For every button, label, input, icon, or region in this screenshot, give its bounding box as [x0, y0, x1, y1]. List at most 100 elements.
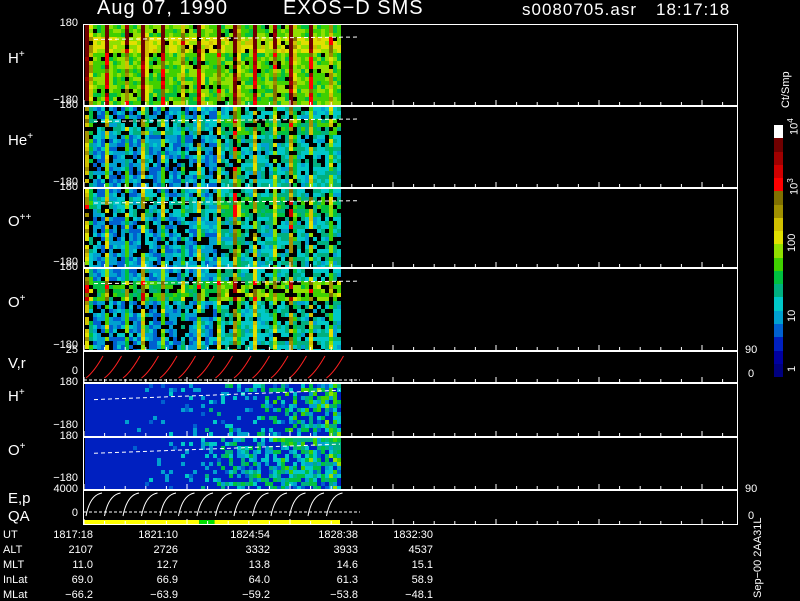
panel-right-bottom-tick: 0: [748, 368, 754, 380]
panel-oplus-canvas: [84, 269, 738, 351]
panel-top-tick: 180: [48, 430, 78, 442]
colorbar-swatch: [774, 324, 783, 338]
ephemeris-cell-mlt: 15.1: [373, 559, 433, 571]
panel-label-hplus2: H+: [8, 387, 25, 405]
panel-top-tick: 180: [48, 17, 78, 29]
panel-right-top-tick: 90: [745, 344, 757, 356]
ephemeris-cell-ut: 1817:18: [33, 529, 93, 541]
ephemeris-row-label: MLT: [3, 559, 24, 571]
colorbar: [774, 125, 783, 377]
panel-label-oplus2: O+: [8, 441, 26, 459]
colorbar-tick-label: 100: [786, 234, 798, 252]
ephemeris-cell-ut: 1828:38: [298, 529, 358, 541]
panel-label-oplusplus: O++: [8, 212, 31, 230]
panel-hplus: [83, 24, 738, 106]
panel-bottom-tick: 0: [48, 507, 78, 519]
ephemeris-cell-ut: 1821:10: [118, 529, 178, 541]
ephemeris-cell-alt: 4537: [373, 544, 433, 556]
ephemeris-cell-mlat: −59.2: [210, 589, 270, 601]
colorbar-swatch: [774, 297, 783, 311]
ephemeris-cell-mlt: 13.8: [210, 559, 270, 571]
panel-label-heplus: He+: [8, 131, 33, 149]
panel-label-vr: V,r: [8, 355, 26, 372]
colorbar-swatch: [774, 191, 783, 205]
panel-top-tick: 25: [48, 344, 78, 356]
colorbar-swatch: [774, 364, 783, 378]
panel-ep: [83, 490, 738, 525]
ephemeris-cell-alt: 2107: [33, 544, 93, 556]
ephemeris-cell-mlat: −48.1: [373, 589, 433, 601]
panel-oplusplus-canvas: [84, 189, 738, 268]
colorbar-swatch: [774, 152, 783, 166]
colorbar-swatch: [774, 337, 783, 351]
panel-top-tick: 180: [48, 261, 78, 273]
ephemeris-row-label: MLat: [3, 589, 27, 601]
panel-vr: [83, 351, 738, 383]
colorbar-swatch: [774, 351, 783, 365]
qa-bar-segment: [215, 520, 340, 524]
ephemeris-cell-inlat: 69.0: [33, 574, 93, 586]
colorbar-swatch: [774, 218, 783, 232]
panel-label-oplus: O+: [8, 293, 26, 311]
ephemeris-cell-mlt: 12.7: [118, 559, 178, 571]
ephemeris-cell-mlt: 14.6: [298, 559, 358, 571]
panel-top-tick: 180: [48, 181, 78, 193]
colorbar-swatch: [774, 205, 783, 219]
panel-oplus2: [83, 437, 738, 490]
qa-bar-segment: [84, 520, 199, 524]
ephemeris-row-label: ALT: [3, 544, 22, 556]
panel-oplus2-canvas: [84, 438, 738, 490]
panel-oplus: [83, 268, 738, 351]
ephemeris-cell-mlat: −63.9: [118, 589, 178, 601]
panel-right-bottom-tick: 0: [748, 510, 754, 522]
ephemeris-row-label: InLat: [3, 574, 27, 586]
ephemeris-cell-mlt: 11.0: [33, 559, 93, 571]
panel-oplusplus: [83, 188, 738, 268]
plot-date: Aug 07, 1990: [97, 0, 228, 20]
ephemeris-cell-mlat: −53.8: [298, 589, 358, 601]
qa-bar-segment: [199, 520, 214, 524]
plot-filename: s0080705.asr: [522, 0, 637, 20]
ephemeris-cell-inlat: 58.9: [373, 574, 433, 586]
plot-instrument: EXOS−D SMS: [283, 0, 424, 20]
colorbar-swatch: [774, 284, 783, 298]
colorbar-swatch: [774, 271, 783, 285]
ephemeris-cell-inlat: 66.9: [118, 574, 178, 586]
colorbar-tick-label: 104: [786, 118, 800, 135]
colorbar-tick-label: 1: [786, 366, 798, 372]
panel-top-tick: 180: [48, 376, 78, 388]
panel-hplus2-canvas: [84, 384, 738, 437]
panel-label-ep: E,p: [8, 490, 31, 507]
processing-stamp: Sep−00 2AA31L: [752, 518, 764, 598]
ephemeris-cell-mlat: −66.2: [33, 589, 93, 601]
panel-label-qa: QA: [8, 508, 30, 525]
colorbar-swatch: [774, 178, 783, 192]
panel-heplus-canvas: [84, 107, 738, 188]
colorbar-swatch: [774, 165, 783, 179]
colorbar-tick-label: 10: [786, 310, 798, 322]
ephemeris-cell-inlat: 61.3: [298, 574, 358, 586]
colorbar-title: Ct/Smp: [780, 71, 792, 108]
ephemeris-cell-alt: 2726: [118, 544, 178, 556]
ephemeris-cell-inlat: 64.0: [210, 574, 270, 586]
ephemeris-cell-ut: 1832:30: [373, 529, 433, 541]
panel-ep-canvas: [84, 491, 738, 525]
panel-heplus: [83, 106, 738, 188]
panel-top-tick: 4000: [48, 483, 78, 495]
panel-top-tick: 180: [48, 99, 78, 111]
panel-right-top-tick: 90: [745, 483, 757, 495]
panel-hplus2: [83, 383, 738, 437]
panel-label-hplus: H+: [8, 49, 25, 67]
ephemeris-row-label: UT: [3, 529, 18, 541]
ephemeris-cell-ut: 1824:54: [210, 529, 270, 541]
plot-time: 18:17:18: [656, 0, 730, 20]
ephemeris-cell-alt: 3332: [210, 544, 270, 556]
colorbar-swatch: [774, 311, 783, 325]
colorbar-swatch: [774, 125, 783, 139]
colorbar-swatch: [774, 244, 783, 258]
colorbar-swatch: [774, 138, 783, 152]
colorbar-swatch: [774, 258, 783, 272]
panel-hplus-canvas: [84, 25, 738, 106]
ephemeris-cell-alt: 3933: [298, 544, 358, 556]
colorbar-tick-label: 103: [786, 178, 800, 195]
